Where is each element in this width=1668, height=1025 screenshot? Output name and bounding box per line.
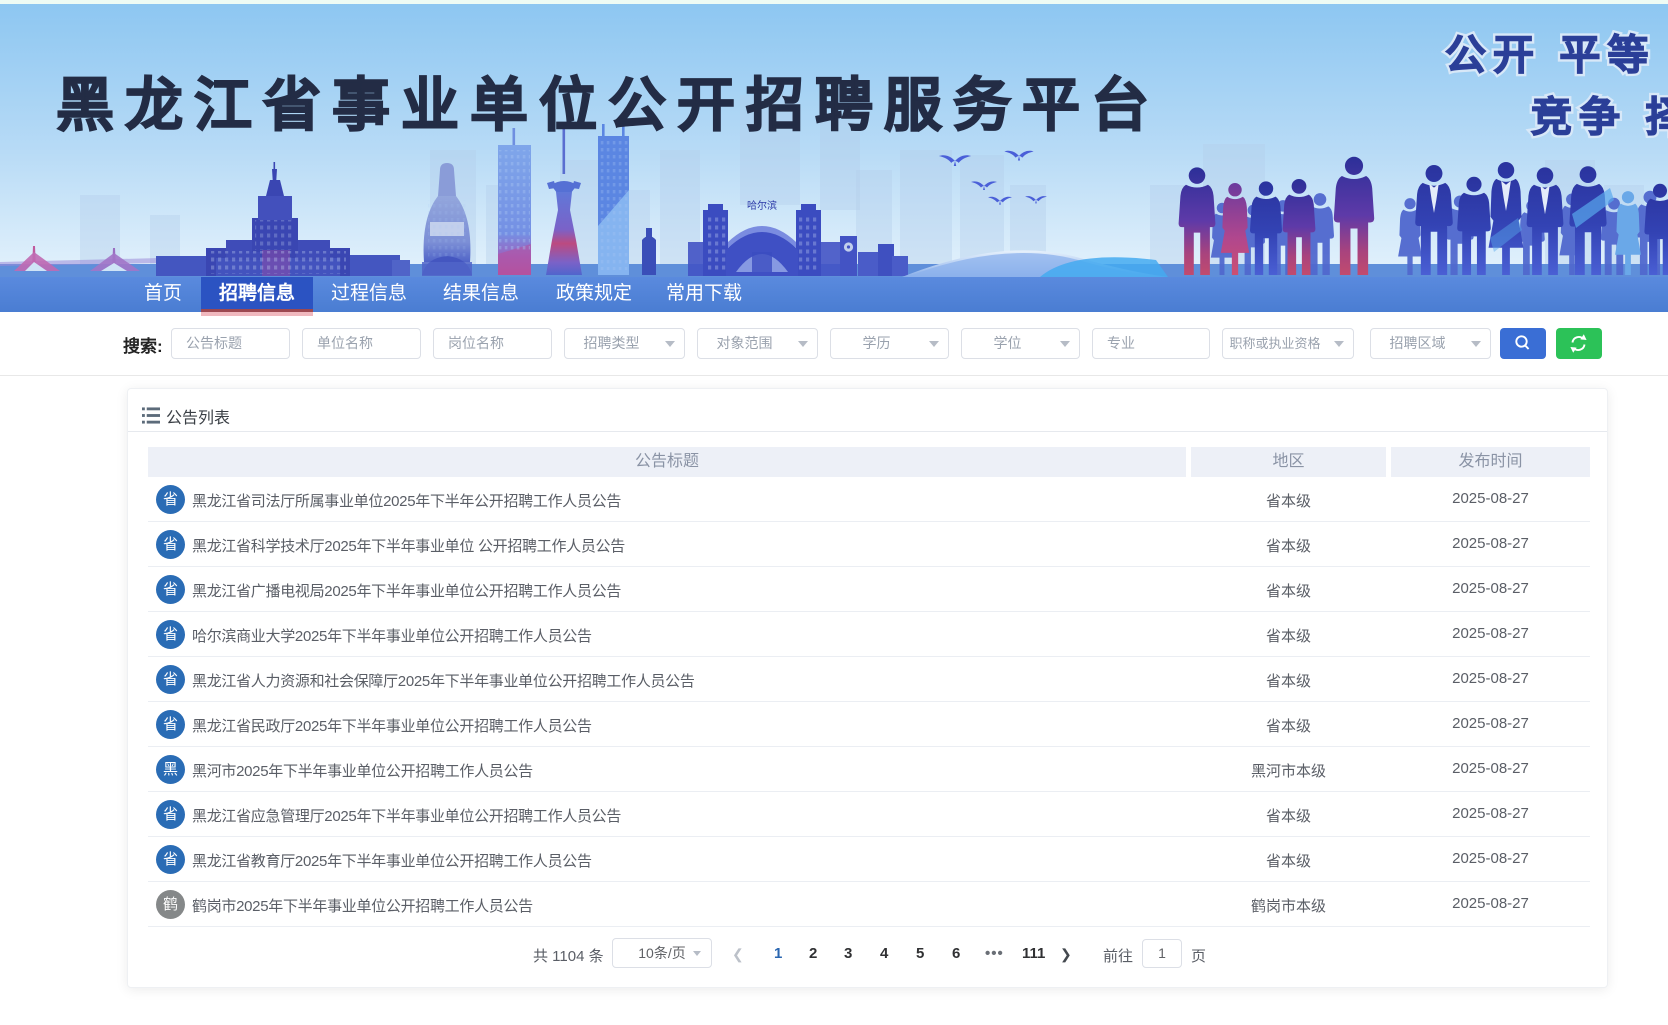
svg-text:哈尔滨: 哈尔滨: [747, 199, 777, 212]
svg-text:黑龙江省事业单位公开招聘服务平台: 黑龙江省事业单位公开招聘服务平台: [56, 73, 1160, 138]
svg-text:竞争 择优: 竞争 择优: [1531, 94, 1668, 140]
svg-text:公开 平等: 公开 平等: [1445, 32, 1655, 78]
